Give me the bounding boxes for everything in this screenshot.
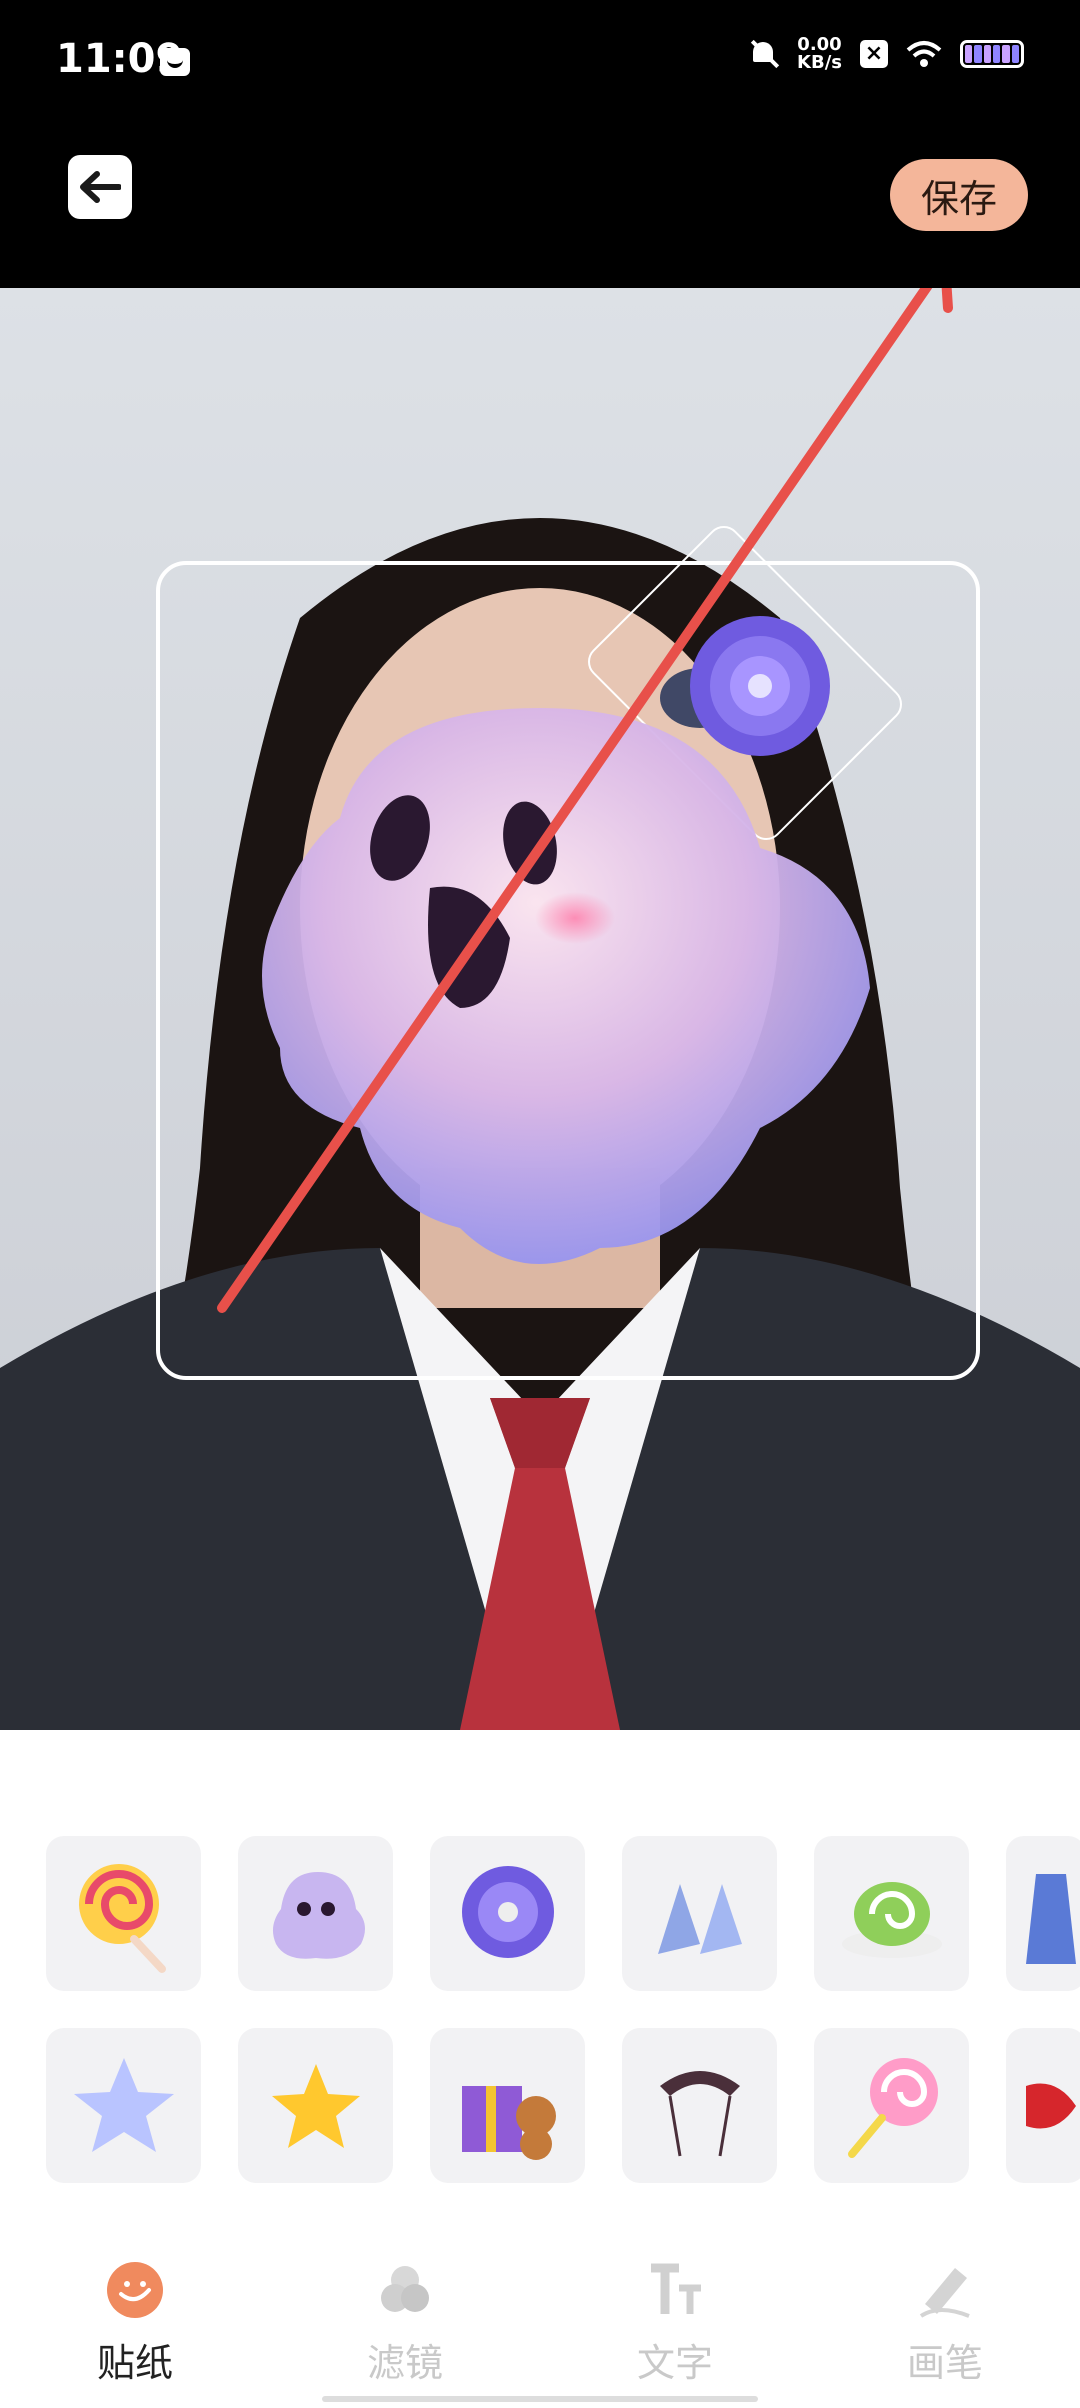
sticker-gold-star[interactable] xyxy=(238,2028,393,2183)
sticker-lace-headband[interactable] xyxy=(622,2028,777,2183)
lace-headband-icon xyxy=(659,2070,740,2156)
gift-box-teddy-icon xyxy=(461,2085,556,2160)
tab-label: 画笔 xyxy=(906,2341,983,2385)
sticker-red-ribbon[interactable] xyxy=(1006,2028,1080,2183)
sticker-crystal-star[interactable] xyxy=(46,2028,201,2183)
tab-label: 贴纸 xyxy=(96,2341,173,2385)
network-speed-unit: KB/s xyxy=(797,52,842,73)
save-button[interactable]: 保存 xyxy=(890,159,1028,231)
pink-lollipop-icon xyxy=(847,2057,938,2158)
sticker-pink-lollipop[interactable] xyxy=(814,2028,969,2183)
sticker-ghost[interactable] xyxy=(238,1836,393,1991)
ghost-icon xyxy=(272,1871,365,1959)
message-icon xyxy=(160,48,190,76)
editor-header: 保存 xyxy=(0,125,1080,288)
crystal-star-icon xyxy=(73,2057,174,2152)
sticker-lollipop-swirl[interactable] xyxy=(46,1836,201,1991)
tab-sticker[interactable]: 贴纸 xyxy=(55,2260,215,2390)
purple-flower-icon xyxy=(461,1865,554,1958)
sticker-gift-box-teddy[interactable] xyxy=(430,2028,585,2183)
photo-canvas[interactable] xyxy=(0,288,1080,1730)
red-ribbon-icon xyxy=(1026,2083,1076,2128)
gold-star-icon xyxy=(271,2063,360,2148)
status-bar: 11:09 0.00 KB/s × xyxy=(0,0,1080,125)
home-indicator[interactable] xyxy=(322,2396,758,2402)
mute-bell-icon xyxy=(747,38,779,70)
sticker-blue-dress[interactable] xyxy=(1006,1836,1080,1991)
sticker-cake-roll[interactable] xyxy=(814,1836,969,1991)
tab-text[interactable]: 文字 xyxy=(595,2260,755,2390)
x-badge-icon: × xyxy=(860,40,888,68)
filter-icon xyxy=(381,2266,429,2312)
text-icon xyxy=(651,2263,701,2314)
blue-dress-icon xyxy=(1026,1873,1076,1964)
arrow-left-icon xyxy=(80,171,121,203)
sticker-panel xyxy=(0,1730,1080,2250)
back-button[interactable] xyxy=(68,155,132,219)
wifi-icon xyxy=(906,41,942,67)
tab-label: 文字 xyxy=(636,2341,713,2385)
status-icons: 0.00 KB/s × xyxy=(747,36,1024,72)
crystal-heels-icon xyxy=(657,1883,742,1954)
cake-roll-icon xyxy=(841,1881,942,1958)
tab-brush[interactable]: 画笔 xyxy=(865,2260,1025,2390)
sticker-purple-flower[interactable] xyxy=(430,1836,585,1991)
tab-filter[interactable]: 滤镜 xyxy=(325,2260,485,2390)
sticker-crystal-heels[interactable] xyxy=(622,1836,777,1991)
battery-icon xyxy=(960,40,1024,68)
sticker-icon xyxy=(107,2262,163,2318)
bottom-tab-bar: 贴纸 滤镜 文字 画笔 xyxy=(0,2250,1080,2408)
lollipop-swirl-icon xyxy=(78,1863,166,1973)
tab-label: 滤镜 xyxy=(366,2341,443,2385)
brush-icon xyxy=(919,2268,970,2318)
network-speed: 0.00 KB/s xyxy=(797,36,842,72)
